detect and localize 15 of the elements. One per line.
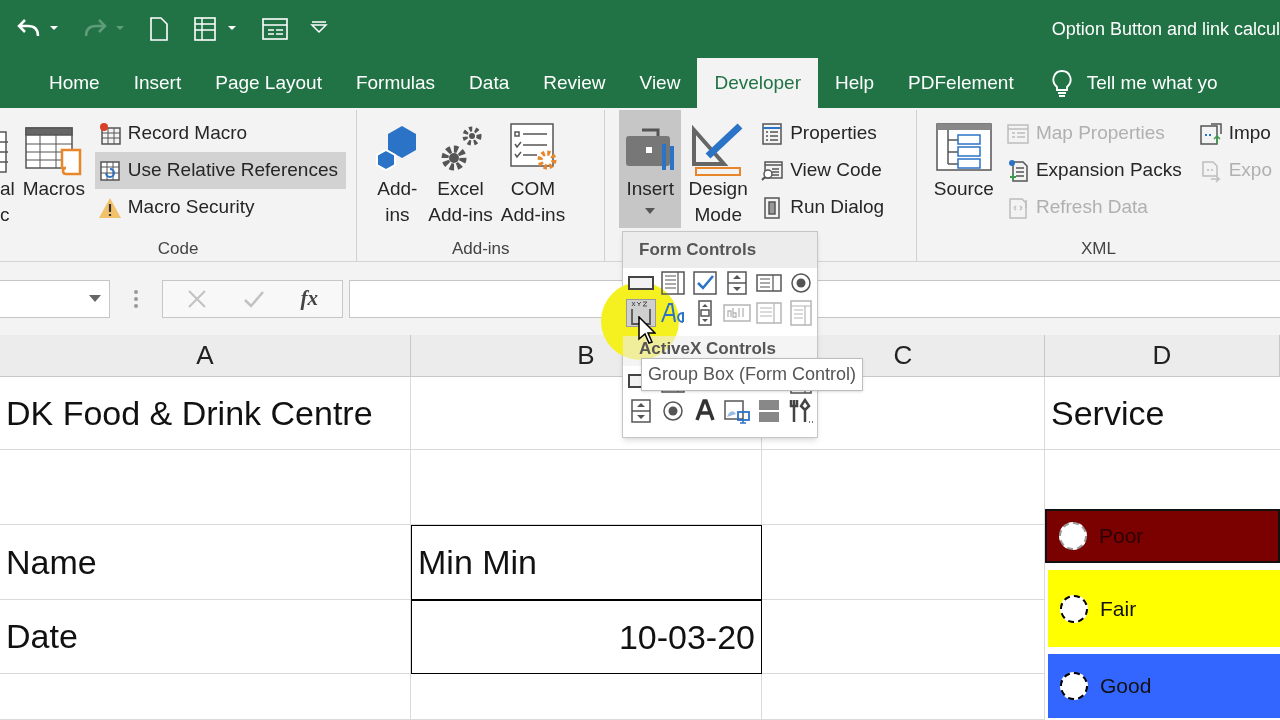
group-label: Add-ins (451, 237, 510, 260)
group-label: Code (157, 237, 199, 260)
window-title: Option Button and link calcul (1051, 17, 1280, 41)
table-cell: Service (1045, 377, 1280, 450)
table-cell: Date (0, 600, 411, 674)
option-label: Good (1100, 673, 1152, 700)
option-label: Fair (1100, 595, 1137, 622)
option-label: Poor (1099, 523, 1144, 550)
menu-section-title: Form Controls (623, 232, 817, 268)
group-label: XML (1080, 237, 1116, 260)
table-cell: DK Food & Drink Centre (0, 377, 411, 450)
table-cell: Name (0, 525, 411, 600)
table-cell: 10-03-20 (411, 600, 762, 674)
table-cell: Min Min (411, 525, 762, 600)
tooltip: Group Box (Form Control) (641, 358, 864, 391)
